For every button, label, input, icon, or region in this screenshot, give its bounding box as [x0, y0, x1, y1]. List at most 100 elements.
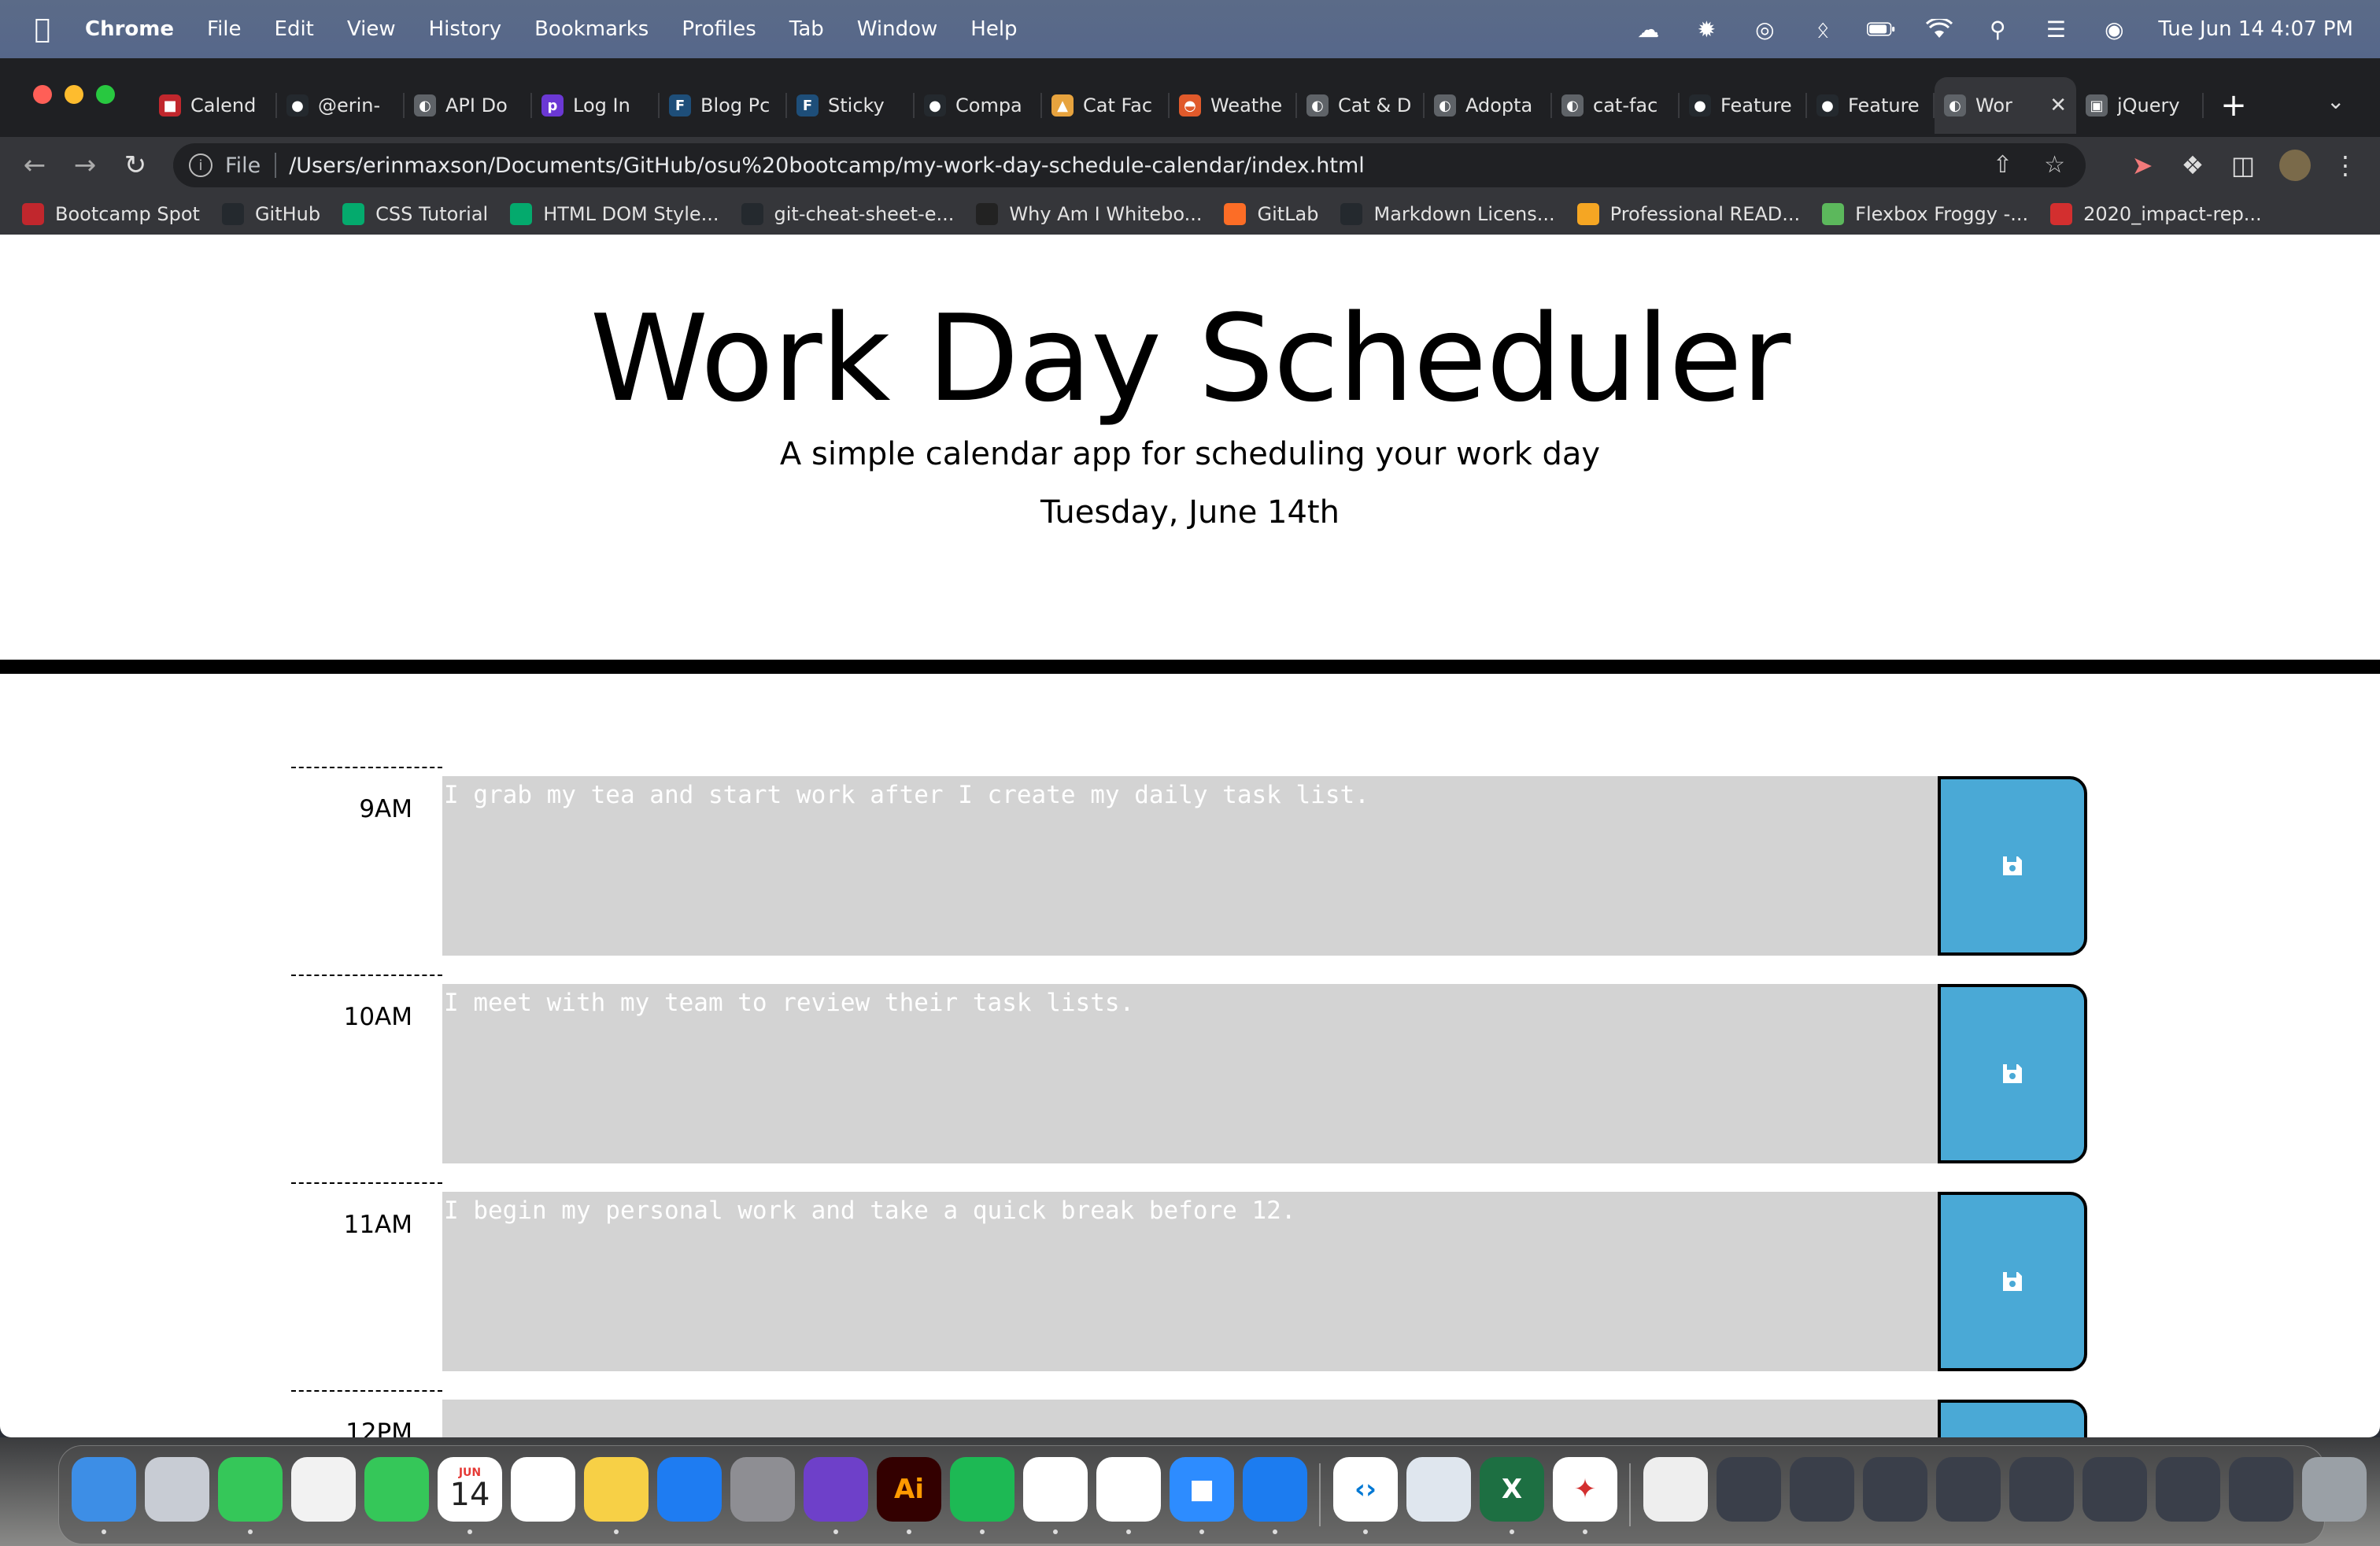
save-button[interactable] [1938, 1400, 2087, 1437]
menu-view[interactable]: View [347, 17, 396, 41]
window-icon[interactable] [1936, 1457, 2001, 1522]
close-tab-icon[interactable]: ✕ [2049, 94, 2067, 117]
browser-tab[interactable]: ● @erin- [277, 77, 405, 134]
new-tab-button[interactable]: + [2210, 82, 2257, 129]
bluetooth-icon[interactable]: ᛟ [1809, 17, 1837, 43]
minimize-window-button[interactable] [65, 85, 83, 104]
window-icon[interactable] [2156, 1457, 2220, 1522]
browser-tab[interactable]: ● Feature [1680, 77, 1807, 134]
menu-bookmarks[interactable]: Bookmarks [534, 17, 649, 41]
menu-edit[interactable]: Edit [275, 17, 314, 41]
bookmark-star-icon[interactable]: ☆ [2044, 151, 2065, 179]
acrobat-icon[interactable]: ✦ [1553, 1457, 1617, 1534]
browser-tab[interactable]: ▲ Cat Fac [1042, 77, 1170, 134]
save-button[interactable] [1938, 1192, 2087, 1371]
bookmark-item[interactable]: Bootcamp Spot [22, 203, 200, 225]
menu-help[interactable]: Help [970, 17, 1017, 41]
browser-tab[interactable]: ◐ API Do [405, 77, 532, 134]
back-button[interactable]: ← [17, 148, 52, 183]
forward-button[interactable]: → [68, 148, 102, 183]
window-icon[interactable] [1790, 1457, 1854, 1522]
browser-tab[interactable]: ◐ Wor ✕ [1935, 77, 2076, 134]
brightness-icon[interactable]: ✹ [1692, 17, 1720, 43]
menu-window[interactable]: Window [857, 17, 938, 41]
site-info-icon[interactable]: i [189, 153, 213, 177]
creative-cloud-icon[interactable]: ☁ [1634, 17, 1662, 43]
spotify-icon[interactable] [950, 1457, 1014, 1534]
menu-history[interactable]: History [429, 17, 502, 41]
window-icon[interactable] [1863, 1457, 1927, 1522]
xcode-icon[interactable] [1243, 1457, 1307, 1534]
spotlight-icon[interactable]: ⚲ [1983, 17, 2012, 43]
archive-icon[interactable] [1643, 1457, 1708, 1522]
bookmark-item[interactable]: HTML DOM Style... [510, 203, 719, 225]
slack-icon[interactable] [1096, 1457, 1161, 1534]
control-center-icon[interactable]: ☰ [2042, 17, 2070, 43]
browser-tab[interactable]: F Sticky [787, 77, 915, 134]
browser-tab[interactable]: ◐ Adopta [1425, 77, 1552, 134]
chrome-menu-icon[interactable]: ⋮ [2328, 148, 2363, 183]
zoom-icon[interactable]: ■ [1170, 1457, 1234, 1534]
side-panel-icon[interactable]: ◫ [2226, 148, 2260, 183]
window-icon[interactable] [2082, 1457, 2147, 1522]
illustrator-icon[interactable]: Ai [877, 1457, 941, 1534]
browser-tab[interactable]: ◐ cat-fac [1552, 77, 1680, 134]
notes-icon[interactable] [584, 1457, 649, 1534]
save-button[interactable] [1938, 776, 2087, 956]
bookmark-item[interactable]: Why Am I Whitebo... [976, 203, 1202, 225]
browser-tab[interactable]: ▣ jQuery [2076, 77, 2204, 134]
finder-icon[interactable] [72, 1457, 136, 1534]
task-description[interactable]: I begin my personal work and take a quic… [442, 1192, 1942, 1371]
menu-profiles[interactable]: Profiles [682, 17, 756, 41]
chrome-icon[interactable] [1023, 1457, 1088, 1534]
app-store-icon[interactable] [657, 1457, 722, 1522]
bookmark-item[interactable]: GitLab [1224, 203, 1318, 225]
task-description[interactable]: I meet with my team to review their task… [442, 984, 1942, 1163]
vscode-icon[interactable]: ‹› [1333, 1457, 1398, 1534]
menu-file[interactable]: File [207, 17, 242, 41]
browser-tab[interactable]: ◐ Cat & D [1297, 77, 1425, 134]
close-window-button[interactable] [33, 85, 52, 104]
battery-icon[interactable] [1867, 17, 1895, 41]
photos-icon[interactable] [291, 1457, 356, 1522]
reload-button[interactable]: ↻ [118, 148, 153, 183]
bookmark-item[interactable]: Flexbox Froggy -... [1822, 203, 2028, 225]
browser-tab[interactable]: ◓ Weathe [1170, 77, 1297, 134]
browser-tab[interactable]: ■ Calend [150, 77, 277, 134]
bookmark-item[interactable]: git-cheat-sheet-e... [741, 203, 954, 225]
task-description[interactable]: I grab my tea and start work after I cre… [442, 776, 1942, 956]
bookmark-item[interactable]: CSS Tutorial [342, 203, 488, 225]
menu-clock[interactable]: Tue Jun 14 4:07 PM [2158, 17, 2353, 41]
menu-app-name[interactable]: Chrome [85, 17, 174, 41]
extension-arrow-icon[interactable]: ➤ [2125, 148, 2160, 183]
task-description[interactable] [442, 1400, 1942, 1437]
bookmark-item[interactable]: 2020_impact-rep... [2050, 203, 2262, 225]
trash-icon[interactable] [2302, 1457, 2367, 1522]
extensions-puzzle-icon[interactable]: ❖ [2175, 148, 2210, 183]
browser-tab[interactable]: F Blog Pc [660, 77, 787, 134]
facetime-icon[interactable] [364, 1457, 429, 1522]
window-icon[interactable] [2009, 1457, 2074, 1522]
excel-icon[interactable]: X [1480, 1457, 1544, 1534]
bookmark-item[interactable]: Markdown Licens... [1340, 203, 1555, 225]
window-icon[interactable] [2229, 1457, 2293, 1522]
system-preferences-icon[interactable] [730, 1457, 795, 1522]
window-icon[interactable] [1717, 1457, 1781, 1522]
browser-tab[interactable]: ● Compa [915, 77, 1042, 134]
github-desktop-icon[interactable] [804, 1457, 868, 1534]
messages-icon[interactable] [218, 1457, 283, 1534]
wifi-icon[interactable] [1925, 17, 1953, 41]
apple-icon[interactable]:  [28, 13, 57, 45]
calendar-icon[interactable]: JUN 14 [438, 1457, 502, 1534]
reminders-icon[interactable] [511, 1457, 575, 1522]
browser-tab[interactable]: ● Feature [1807, 77, 1935, 134]
bookmark-item[interactable]: GitHub [221, 203, 320, 225]
airdrop-icon[interactable]: ◎ [1750, 17, 1779, 43]
bookmark-item[interactable]: Professional READ... [1576, 203, 1800, 225]
address-bar[interactable]: i File /Users/erinmaxson/Documents/GitHu… [173, 143, 2086, 187]
siri-icon[interactable]: ◉ [2100, 17, 2128, 43]
share-icon[interactable]: ⇧ [1993, 151, 2012, 179]
tab-search-icon[interactable]: ⌄ [2326, 88, 2345, 114]
profile-avatar[interactable] [2278, 148, 2312, 183]
preview-icon[interactable] [1406, 1457, 1471, 1522]
